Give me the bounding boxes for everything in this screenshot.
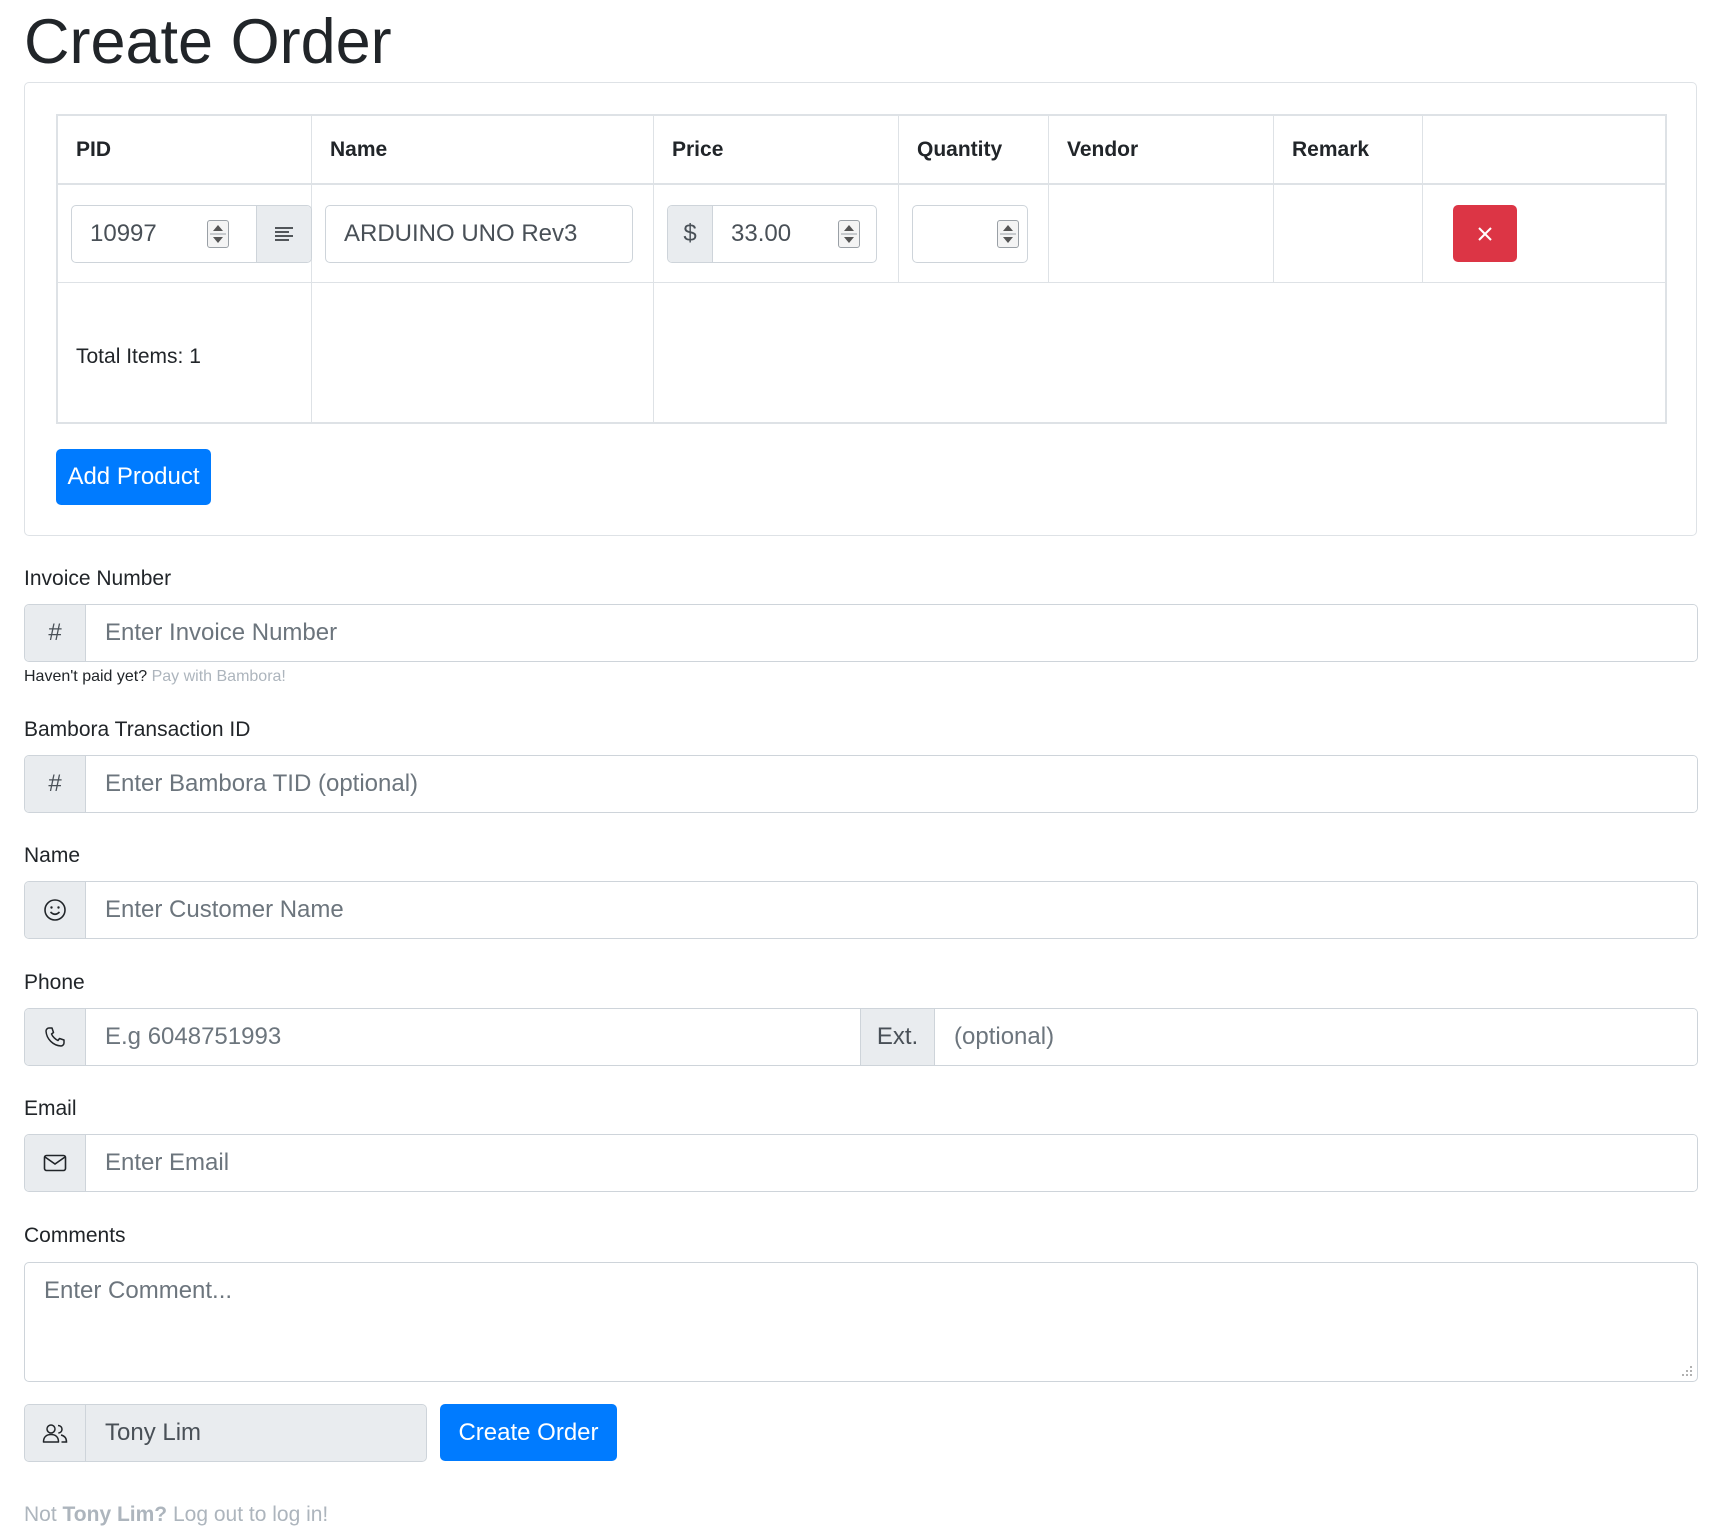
- people-icon: [25, 1405, 86, 1461]
- comments-textarea[interactable]: Enter Comment...: [24, 1262, 1698, 1382]
- email-group: Enter Email: [24, 1134, 1698, 1192]
- price-input[interactable]: 33.00: [713, 206, 876, 262]
- price-value: 33.00: [731, 220, 792, 247]
- pid-value: 10997: [90, 220, 157, 247]
- table-row-remark-cell: [1274, 185, 1423, 283]
- currency-addon: $: [668, 206, 713, 262]
- spinner-arrows-icon: [210, 225, 226, 243]
- current-user-group: Tony Lim: [24, 1404, 427, 1462]
- pid-input-group: 10997: [71, 205, 312, 263]
- comments-label: Comments: [24, 1224, 126, 1247]
- phone-group: E.g 6048751993 Ext. (optional): [24, 1008, 1698, 1066]
- list-icon: [275, 227, 293, 241]
- logout-note-user: Tony Lim?: [62, 1503, 168, 1526]
- customer-name-group: Enter Customer Name: [24, 881, 1698, 939]
- create-order-button[interactable]: Create Order: [440, 1404, 617, 1461]
- comments-placeholder: Enter Comment...: [44, 1277, 233, 1304]
- smiley-icon: [25, 882, 86, 938]
- footer-empty-cell: [312, 283, 654, 424]
- product-name-input[interactable]: ARDUINO UNO Rev3: [325, 205, 633, 263]
- create-order-page: Create Order PID Name Price Quantity Ven…: [0, 0, 1725, 1528]
- total-items-cell: Total Items: 1: [58, 283, 312, 424]
- invoice-number-group: # Enter Invoice Number: [24, 604, 1698, 662]
- table-row-vendor-cell: [1049, 185, 1274, 283]
- logout-link[interactable]: Log out to log in!: [173, 1503, 328, 1526]
- invoice-number-label: Invoice Number: [24, 567, 172, 590]
- payment-help-prefix: Haven't paid yet?: [24, 668, 148, 685]
- bambora-tid-group: # Enter Bambora TID (optional): [24, 755, 1698, 813]
- spinner-arrows-icon: [1000, 225, 1016, 243]
- payment-help-text: Haven't paid yet? Pay with Bambora!: [24, 668, 286, 686]
- customer-name-input[interactable]: Enter Customer Name: [86, 882, 1697, 938]
- email-label: Email: [24, 1097, 77, 1120]
- bambora-tid-input[interactable]: Enter Bambora TID (optional): [86, 756, 1697, 812]
- price-input-group: $ 33.00: [667, 205, 877, 263]
- spinner-arrows-icon: [841, 225, 857, 243]
- customer-name-label: Name: [24, 844, 81, 867]
- phone-ext-input[interactable]: (optional): [935, 1009, 1697, 1065]
- product-name-value: ARDUINO UNO Rev3: [344, 220, 578, 247]
- logout-note: Not Tony Lim? Log out to log in!: [24, 1503, 328, 1527]
- phone-input[interactable]: E.g 6048751993: [86, 1009, 860, 1065]
- products-table: PID Name Price Quantity Vendor Remark To…: [56, 114, 1667, 424]
- header-pid: PID: [58, 116, 312, 185]
- total-items: Total Items: 1: [76, 345, 201, 368]
- page-title: Create Order: [24, 7, 392, 77]
- phone-icon: [25, 1009, 86, 1065]
- logout-note-prefix: Not: [24, 1503, 57, 1526]
- pid-spinner[interactable]: [207, 220, 229, 248]
- pid-lookup-button[interactable]: [256, 206, 311, 262]
- phone-label: Phone: [24, 971, 85, 994]
- current-user-name: Tony Lim: [86, 1405, 426, 1461]
- bambora-tid-label: Bambora Transaction ID: [24, 718, 251, 741]
- remove-product-button[interactable]: [1453, 205, 1517, 262]
- products-card: PID Name Price Quantity Vendor Remark To…: [24, 82, 1697, 536]
- quantity-spinner[interactable]: [997, 220, 1019, 248]
- ext-addon: Ext.: [860, 1009, 935, 1065]
- envelope-icon: [25, 1135, 86, 1191]
- hash-addon: #: [25, 605, 86, 661]
- price-spinner[interactable]: [838, 220, 860, 248]
- resize-grip-icon[interactable]: [1679, 1363, 1693, 1377]
- header-vendor: Vendor: [1049, 116, 1274, 185]
- pay-with-bambora-link[interactable]: Pay with Bambora!: [152, 668, 286, 685]
- header-quantity: Quantity: [899, 116, 1049, 185]
- pid-input[interactable]: 10997: [72, 206, 256, 262]
- invoice-number-input[interactable]: Enter Invoice Number: [86, 605, 1697, 661]
- header-actions: [1423, 116, 1665, 185]
- email-input[interactable]: Enter Email: [86, 1135, 1697, 1191]
- header-name: Name: [312, 116, 654, 185]
- header-price: Price: [654, 116, 899, 185]
- quantity-input[interactable]: [912, 205, 1028, 263]
- add-product-button[interactable]: Add Product: [56, 449, 211, 505]
- hash-addon: #: [25, 756, 86, 812]
- close-icon: [1478, 226, 1492, 241]
- header-remark: Remark: [1274, 116, 1423, 185]
